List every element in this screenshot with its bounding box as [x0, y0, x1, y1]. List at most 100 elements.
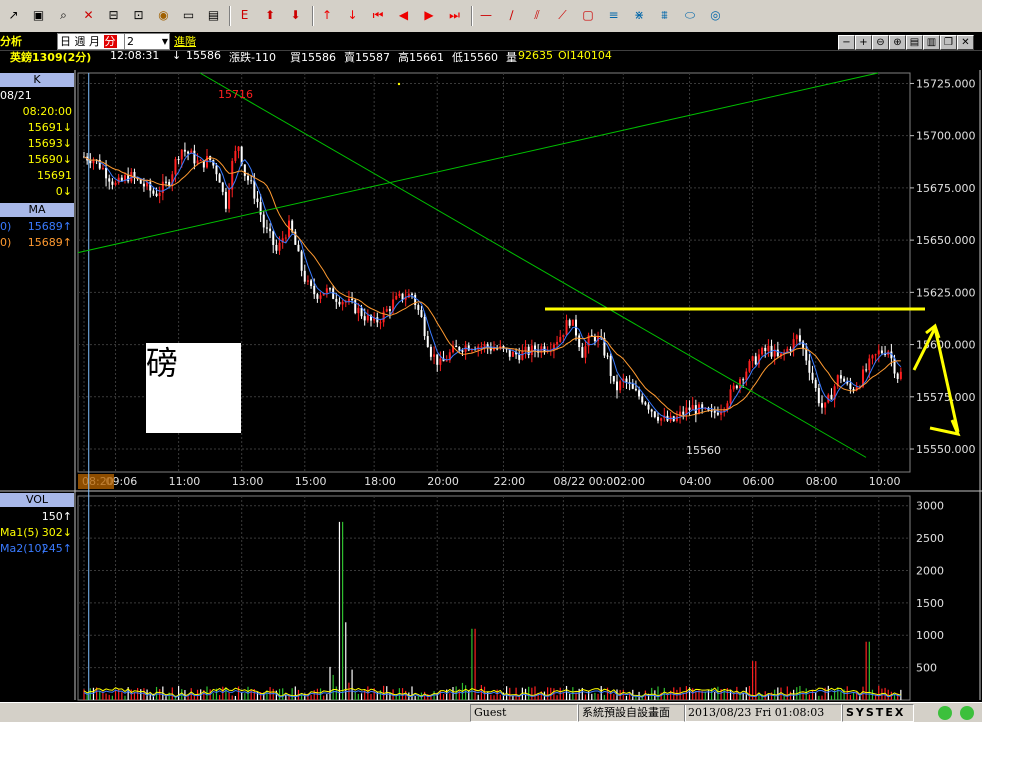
candle-body — [511, 351, 514, 357]
status-datetime: 2013/08/23 Fri 01:08:03 — [684, 704, 842, 722]
candle-body — [612, 375, 615, 382]
candle-body — [508, 349, 511, 357]
candle-body — [556, 341, 559, 345]
candle-body — [559, 336, 562, 342]
candle-body — [306, 280, 309, 282]
candle-body — [445, 360, 448, 362]
candle-body — [821, 403, 823, 408]
candle-body — [735, 385, 738, 389]
candle-body — [168, 181, 171, 186]
status-brand: SYSTEX — [842, 704, 914, 722]
candle-body — [716, 412, 719, 415]
high-annotation-label: 15716 — [218, 88, 253, 101]
volume-tick-label: 500 — [916, 662, 937, 675]
time-tick-label: 06:00 — [743, 475, 775, 488]
candle-body — [272, 231, 275, 245]
candle-body — [297, 244, 300, 252]
candle-body — [455, 345, 458, 348]
candle-body — [764, 347, 767, 352]
candle-body — [250, 180, 253, 182]
candle-body — [111, 181, 114, 185]
candle-body — [751, 356, 754, 362]
candle-body — [142, 183, 145, 187]
candle-body — [180, 149, 183, 160]
candle-body — [480, 346, 483, 348]
candle-body — [278, 242, 281, 251]
candle-body — [467, 345, 470, 351]
time-tick-label: 04:00 — [680, 475, 712, 488]
time-tick-label: 11:00 — [169, 475, 201, 488]
candle-body — [325, 288, 328, 294]
candle-body — [458, 347, 461, 351]
candle-body — [199, 160, 202, 162]
candle-body — [691, 405, 694, 410]
annotation-box[interactable]: 磅 — [146, 343, 241, 433]
candle-body — [675, 416, 678, 421]
candle-body — [814, 379, 817, 389]
candle-body — [417, 305, 420, 310]
candle-body — [234, 150, 237, 161]
status-user: Guest — [470, 704, 578, 722]
candle-body — [439, 358, 442, 365]
candle-body — [120, 177, 123, 181]
time-tick-label: 20:00 — [427, 475, 459, 488]
candle-body — [647, 404, 650, 410]
candle-body — [824, 402, 827, 408]
candle-body — [660, 418, 663, 421]
marker-dot — [397, 82, 401, 86]
time-tick-label: 02:00 — [613, 475, 645, 488]
candle-body — [682, 411, 685, 415]
candle-body — [849, 383, 852, 390]
candle-body — [101, 167, 104, 169]
candle-body — [237, 146, 240, 151]
candle-body — [644, 402, 647, 405]
candle-body — [606, 355, 609, 357]
candle-body — [316, 294, 319, 299]
volume-tick-label: 1000 — [916, 629, 944, 642]
candle-body — [429, 346, 432, 357]
candle-body — [609, 355, 612, 376]
candle-body — [571, 319, 574, 326]
candle-body — [193, 150, 196, 164]
candle-body — [218, 174, 221, 183]
candle-body — [262, 214, 265, 228]
candle-body — [776, 349, 779, 357]
candle-body — [423, 317, 426, 337]
volume-tick-label: 2500 — [916, 532, 944, 545]
candle-body — [880, 350, 883, 354]
candle-body — [729, 389, 732, 404]
candle-body — [817, 388, 820, 404]
candle-body — [568, 320, 571, 326]
price-tick-label: 15650.000 — [916, 234, 976, 247]
candle-body — [215, 165, 218, 175]
candle-body — [436, 354, 439, 365]
candle-body — [805, 348, 808, 361]
candle-body — [518, 354, 521, 360]
candle-body — [701, 404, 704, 409]
candle-body — [284, 237, 287, 239]
price-tick-label: 15700.000 — [916, 130, 976, 143]
candle-body — [187, 151, 190, 154]
candle-body — [865, 369, 868, 371]
status-layout: 系統預設自設畫面 — [578, 704, 686, 722]
candle-body — [798, 335, 801, 342]
candle-body — [354, 300, 357, 314]
candle-body — [300, 251, 303, 271]
candle-body — [224, 191, 227, 209]
candle-body — [360, 307, 363, 317]
candle-body — [461, 350, 464, 352]
candle-body — [127, 175, 130, 182]
candle-body — [89, 160, 92, 164]
candle-body — [619, 381, 622, 391]
candle-body — [310, 280, 313, 286]
candle-body — [641, 396, 644, 403]
candle-body — [830, 394, 833, 400]
candle-body — [593, 336, 596, 342]
time-tick-label: 22:00 — [493, 475, 525, 488]
candle-body — [398, 293, 401, 296]
candle-body — [732, 385, 735, 390]
connection-icon — [938, 706, 952, 720]
candle-body — [562, 334, 565, 337]
candle-body — [688, 407, 691, 410]
price-tick-label: 15725.000 — [916, 77, 976, 90]
